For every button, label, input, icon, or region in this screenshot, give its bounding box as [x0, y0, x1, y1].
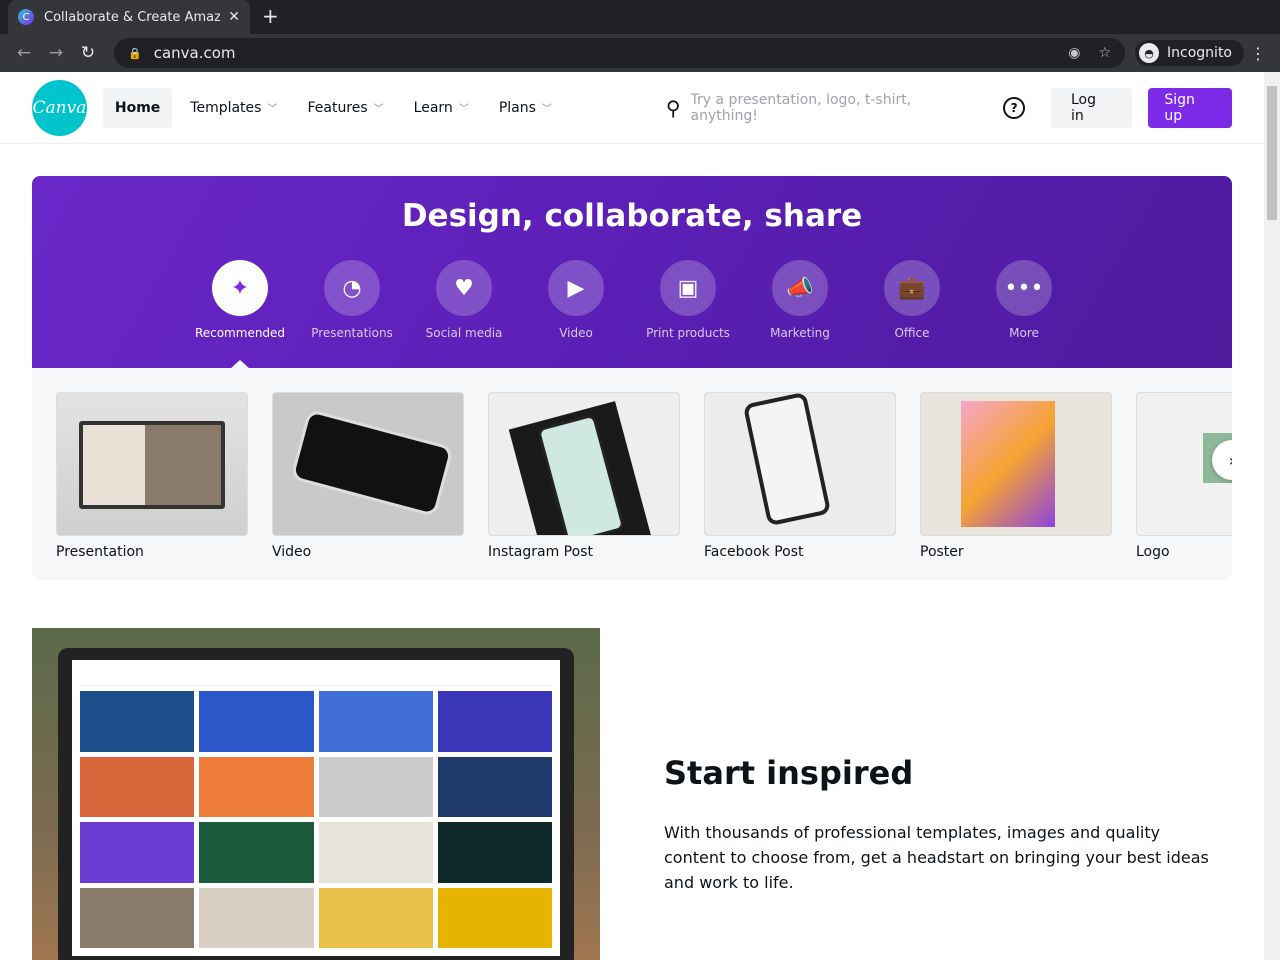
category-label: More	[1009, 326, 1039, 340]
template-label: Poster	[920, 544, 964, 560]
laptop-image	[32, 628, 600, 960]
nav-features[interactable]: Features ﹀	[295, 88, 395, 128]
category-label: Social media	[425, 326, 503, 340]
presentation-icon: ◔	[324, 260, 380, 316]
template-carousel: Presentation Video Instagram Post Facebo…	[32, 368, 1232, 580]
search-placeholder: Try a presentation, logo, t-shirt, anyth…	[690, 91, 912, 124]
laptop-screen	[58, 648, 574, 960]
category-social-media[interactable]: ♥ Social media	[408, 260, 520, 340]
search-input[interactable]: ⚲ Try a presentation, logo, t-shirt, any…	[666, 92, 979, 124]
template-card-video[interactable]: Video	[272, 392, 464, 560]
eye-off-icon[interactable]: ◉	[1068, 45, 1080, 61]
page-scrollbar[interactable]	[1264, 72, 1280, 960]
template-card-logo[interactable]: Logo	[1136, 392, 1232, 560]
hero-title: Design, collaborate, share	[401, 198, 863, 234]
nav-plans[interactable]: Plans ﹀	[487, 88, 564, 128]
new-tab-icon[interactable]: +	[262, 4, 279, 28]
category-label: Print products	[646, 326, 730, 340]
forward-icon[interactable]: →	[40, 43, 72, 63]
close-tab-icon[interactable]: ✕	[228, 9, 240, 25]
category-list: ✦ Recommended ◔ Presentations ♥ Social medi…	[184, 260, 1080, 340]
section-body: With thousands of professional templates…	[664, 823, 1209, 892]
login-button[interactable]: Log in	[1050, 87, 1133, 128]
back-icon[interactable]: ←	[8, 43, 40, 63]
template-label: Video	[272, 544, 312, 560]
category-label: Presentations	[311, 326, 393, 340]
lock-icon: 🔒	[128, 46, 142, 60]
nav-label: Features	[307, 99, 368, 116]
category-presentations[interactable]: ◔ Presentations	[296, 260, 408, 340]
template-label: Logo	[1136, 544, 1170, 560]
chevron-down-icon: ﹀	[373, 104, 384, 115]
template-card-presentation[interactable]: Presentation	[56, 392, 248, 560]
reload-icon[interactable]: ↻	[72, 43, 104, 63]
category-label: Marketing	[770, 326, 830, 340]
hero-banner: Design, collaborate, share ✦ Recommended …	[32, 176, 1232, 369]
canva-logo[interactable]: Canva	[32, 79, 87, 136]
incognito-label: Incognito	[1167, 45, 1232, 61]
template-thumbnail	[920, 392, 1112, 536]
chevron-down-icon: ﹀	[458, 104, 469, 115]
sparkle-icon: ✦	[212, 260, 268, 316]
nav-home[interactable]: Home	[102, 87, 173, 128]
template-card-poster[interactable]: Poster	[920, 392, 1112, 560]
help-button[interactable]: ?	[1003, 96, 1025, 119]
template-label: Presentation	[56, 544, 144, 560]
page: Canva Home Templates ﹀ Features ﹀ Learn ﹀ P…	[0, 72, 1264, 960]
start-inspired-section: Start inspired With thousands of profess…	[664, 754, 1224, 895]
incognito-badge[interactable]: ◓ Incognito	[1135, 40, 1244, 66]
nav-label: Learn	[413, 99, 453, 116]
category-video[interactable]: ▶ Video	[520, 260, 632, 340]
star-icon[interactable]: ☆	[1098, 45, 1111, 61]
chevron-down-icon: ﹀	[541, 104, 552, 115]
heart-bubble-icon: ♥	[436, 260, 492, 316]
nav-templates[interactable]: Templates ﹀	[178, 88, 289, 128]
nav-label: Home	[114, 99, 161, 116]
browser-toolbar: ← → ↻ 🔒 canva.com ◉ ☆ ◓ Incognito ⋮	[0, 34, 1280, 72]
canva-favicon-icon: C	[18, 9, 34, 25]
chevron-right-icon: ›	[1229, 451, 1232, 470]
search-icon: ⚲	[665, 95, 681, 120]
template-label: Instagram Post	[488, 544, 593, 560]
nav-label: Plans	[498, 99, 536, 116]
video-camera-icon: ▶	[548, 260, 604, 316]
browser-tab-strip: C Collaborate & Create Amazing ✕ +	[0, 0, 1280, 34]
category-label: Office	[894, 326, 930, 340]
briefcase-icon: 💼	[884, 260, 940, 316]
address-bar[interactable]: 🔒 canva.com ◉ ☆	[114, 38, 1126, 68]
nav-learn[interactable]: Learn ﹀	[402, 88, 481, 128]
section-title: Start inspired	[664, 754, 914, 792]
template-thumbnail	[56, 392, 248, 536]
megaphone-icon: 📣	[772, 260, 828, 316]
template-card-instagram-post[interactable]: Instagram Post	[488, 392, 680, 560]
category-print-products[interactable]: ▣ Print products	[632, 260, 744, 340]
template-thumbnail	[704, 392, 896, 536]
chevron-down-icon: ﹀	[267, 104, 278, 115]
category-more[interactable]: ••• More	[968, 260, 1080, 340]
site-header: Canva Home Templates ﹀ Features ﹀ Learn ﹀ P…	[0, 72, 1264, 144]
incognito-icon: ◓	[1139, 43, 1160, 63]
print-icon: ▣	[660, 260, 716, 316]
scrollbar-thumb[interactable]	[1267, 86, 1277, 220]
category-office[interactable]: 💼 Office	[856, 260, 968, 340]
url-text: canva.com	[153, 44, 236, 62]
nav-label: Templates	[190, 99, 262, 116]
tab-title: Collaborate & Create Amazing	[44, 9, 221, 25]
template-thumbnail	[488, 392, 680, 536]
more-icon: •••	[996, 260, 1052, 316]
template-label: Facebook Post	[704, 544, 804, 560]
category-label: Video	[559, 326, 593, 340]
signup-button[interactable]: Sign up	[1148, 87, 1232, 128]
template-card-facebook-post[interactable]: Facebook Post	[704, 392, 896, 560]
browser-menu-icon[interactable]: ⋮	[1244, 44, 1272, 63]
category-recommended[interactable]: ✦ Recommended	[184, 260, 296, 340]
category-label: Recommended	[194, 326, 286, 340]
category-marketing[interactable]: 📣 Marketing	[744, 260, 856, 340]
template-thumbnail	[272, 392, 464, 536]
browser-tab[interactable]: C Collaborate & Create Amazing ✕	[8, 0, 250, 34]
